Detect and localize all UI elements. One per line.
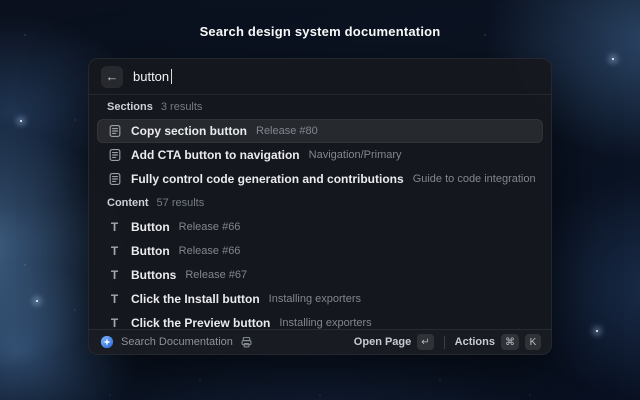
bright-star: [20, 120, 22, 122]
document-icon: [107, 124, 122, 138]
result-row[interactable]: T Buttons Release #67: [97, 263, 543, 287]
document-icon: [107, 148, 122, 162]
results-list: Sections 3 results Copy section button R…: [89, 95, 551, 329]
sections-group-header: Sections 3 results: [89, 95, 551, 119]
back-button[interactable]: ←: [101, 66, 123, 88]
k-key-icon: K: [525, 334, 541, 350]
search-bar: ← button: [89, 59, 551, 95]
text-caret: [171, 69, 172, 84]
result-meta: Release #67: [185, 269, 247, 281]
group-count: 3 results: [161, 101, 203, 113]
result-title: Buttons: [131, 268, 176, 282]
result-title: Click the Preview button: [131, 316, 270, 329]
content-group-header: Content 57 results: [89, 191, 551, 215]
result-title: Copy section button: [131, 124, 247, 138]
brand-logo-icon: [99, 335, 114, 349]
open-page-label: Open Page: [354, 336, 411, 348]
result-title: Fully control code generation and contri…: [131, 172, 404, 186]
result-meta: Release #66: [179, 245, 241, 257]
text-icon: T: [107, 220, 122, 234]
page-title: Search design system documentation: [0, 24, 640, 39]
result-row[interactable]: T Button Release #66: [97, 239, 543, 263]
result-row[interactable]: T Click the Install button Installing ex…: [97, 287, 543, 311]
document-icon: [107, 172, 122, 186]
footer-divider: [444, 336, 445, 349]
text-icon: T: [107, 244, 122, 258]
result-row[interactable]: T Click the Preview button Installing ex…: [97, 311, 543, 329]
search-modal: ← button Sections 3 results Copy section…: [88, 58, 552, 355]
result-row[interactable]: Add CTA button to navigation Navigation/…: [97, 143, 543, 167]
result-row[interactable]: T Button Release #66: [97, 215, 543, 239]
text-icon: T: [107, 292, 122, 306]
result-meta: Guide to code integration: [413, 173, 536, 185]
result-meta: Installing exporters: [279, 317, 371, 329]
result-meta: Navigation/Primary: [309, 149, 402, 161]
enter-key-icon: ↵: [417, 334, 433, 350]
result-title: Click the Install button: [131, 292, 260, 306]
result-row[interactable]: Fully control code generation and contri…: [97, 167, 543, 191]
bright-star: [36, 300, 38, 302]
result-title: Add CTA button to navigation: [131, 148, 300, 162]
group-title: Content: [107, 197, 149, 209]
cmd-key-icon: ⌘: [501, 334, 519, 350]
group-count: 57 results: [157, 197, 205, 209]
result-meta: Installing exporters: [269, 293, 361, 305]
result-title: Button: [131, 220, 170, 234]
bright-star: [612, 58, 614, 60]
search-input[interactable]: button: [133, 59, 539, 94]
open-page-button[interactable]: Open Page ↵: [354, 334, 434, 350]
result-meta: Release #80: [256, 125, 318, 137]
text-icon: T: [107, 268, 122, 282]
text-icon: T: [107, 316, 122, 329]
bright-star: [596, 330, 598, 332]
search-query-text: button: [133, 69, 169, 84]
result-row[interactable]: Copy section button Release #80: [97, 119, 543, 143]
arrow-left-icon: ←: [106, 70, 119, 83]
footer-brand-label: Search Documentation: [121, 336, 233, 348]
group-title: Sections: [107, 101, 153, 113]
actions-button[interactable]: Actions ⌘ K: [455, 334, 541, 350]
modal-footer: Search Documentation Open Page ↵ Actions…: [89, 329, 551, 354]
result-title: Button: [131, 244, 170, 258]
result-meta: Release #66: [179, 221, 241, 233]
print-icon[interactable]: [240, 336, 253, 349]
actions-label: Actions: [455, 336, 495, 348]
